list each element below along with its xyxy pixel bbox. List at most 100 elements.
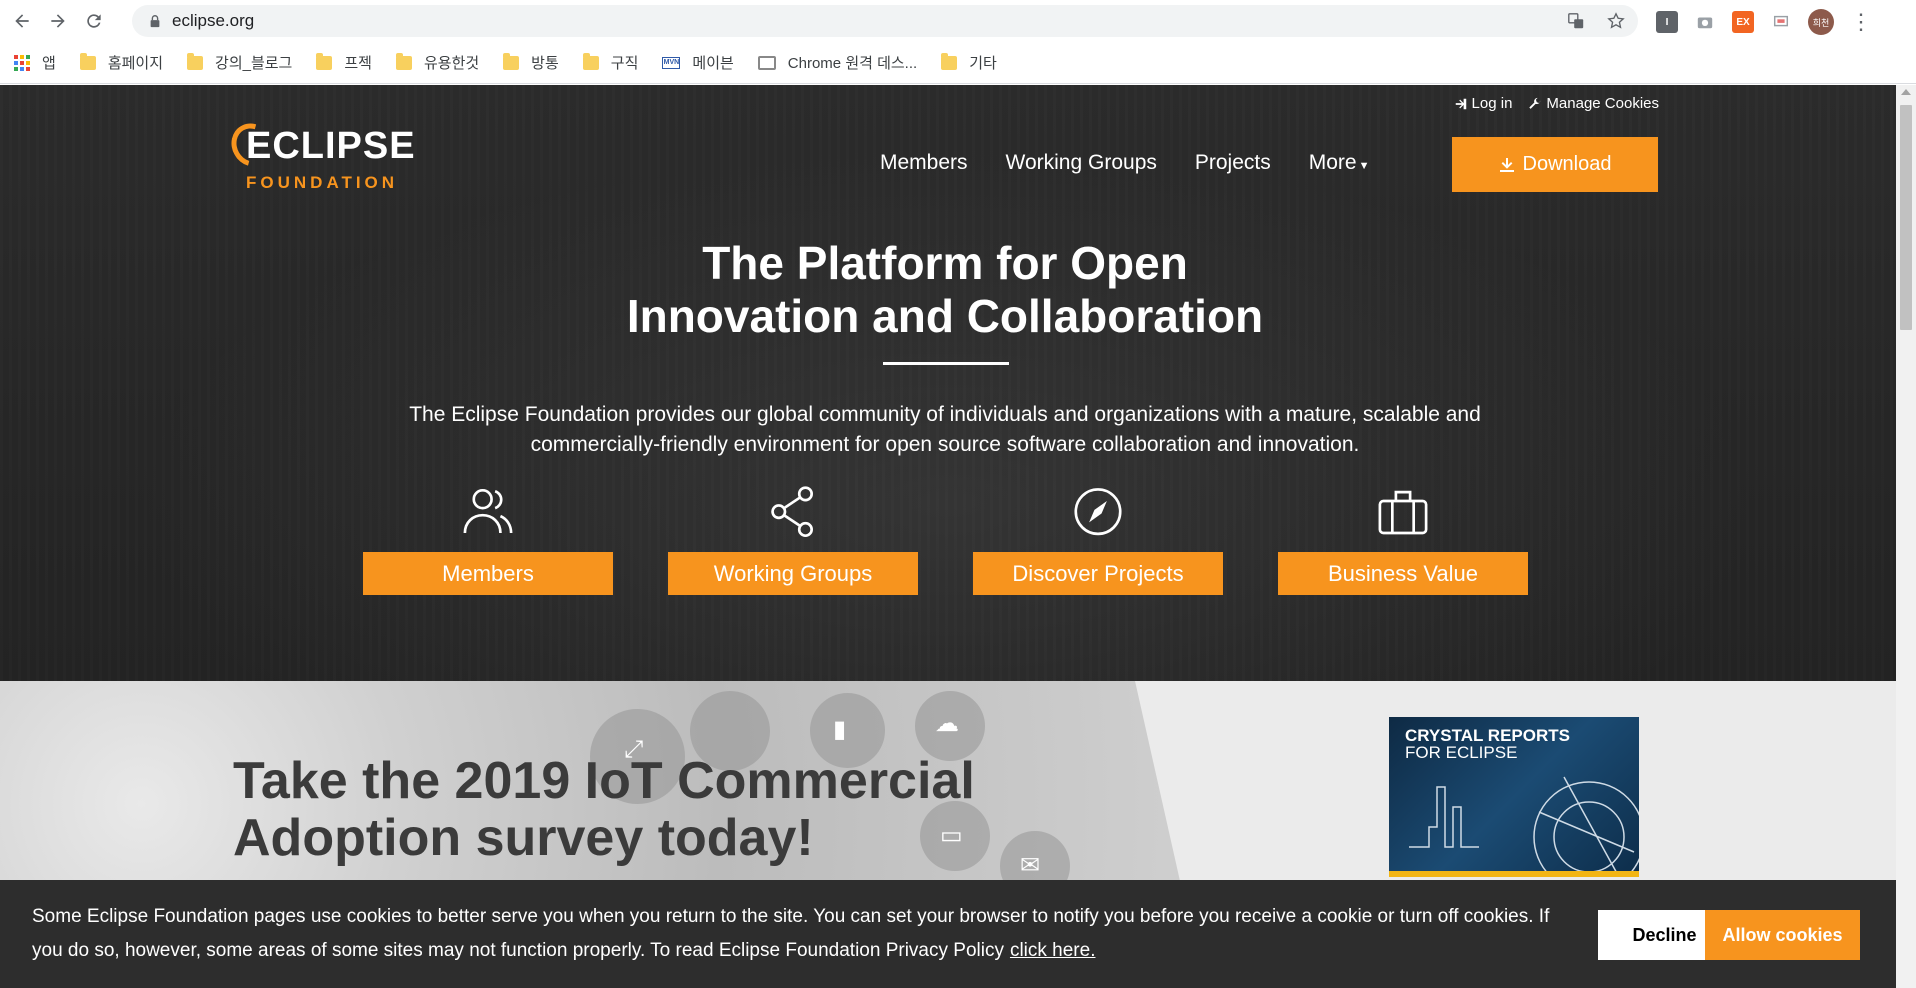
crystal-reports-ad[interactable]: CRYSTAL REPORTS FOR ECLIPSE	[1389, 717, 1639, 877]
camera-icon[interactable]	[1694, 11, 1716, 33]
compass-icon	[1074, 488, 1122, 536]
bookmark-star-icon[interactable]	[1606, 11, 1626, 31]
download-label: Download	[1522, 153, 1612, 175]
bookmark-label: 프젝	[344, 55, 372, 72]
nav-more[interactable]: More ▼	[1309, 151, 1370, 175]
manage-cookies-label: Manage Cookies	[1546, 95, 1659, 112]
bookmarks-bar: 앱 홈페이지 강의_블로그 프젝 유용한것 방통 구직 MVN 메이븐 Chrom…	[0, 42, 1916, 84]
ad-graphic	[1409, 776, 1639, 877]
bookmark-folder[interactable]: 방통	[503, 52, 559, 73]
main-nav: Members Working Groups Projects More ▼	[880, 151, 1369, 175]
folder-icon	[187, 52, 204, 70]
bookmark-folder[interactable]: 프젝	[316, 52, 372, 73]
feature-members: Members	[363, 485, 613, 595]
cookie-message: Some Eclipse Foundation pages use cookie…	[32, 900, 1572, 968]
address-bar[interactable]: eclipse.org	[132, 5, 1638, 37]
bookmark-label: 강의_블로그	[215, 55, 293, 72]
login-link[interactable]: Log in	[1454, 95, 1513, 112]
hero-title-line2: Innovation and Collaboration	[626, 290, 1264, 342]
bar-chart-icon: ▮	[833, 716, 847, 743]
reload-icon[interactable]	[76, 3, 112, 39]
bookmark-apps[interactable]: 앱	[14, 52, 56, 73]
bookmark-label: 방통	[531, 55, 559, 72]
nav-working-groups[interactable]: Working Groups	[1006, 151, 1157, 175]
extension-ex-icon[interactable]: EX	[1732, 11, 1754, 33]
business-value-button[interactable]: Business Value	[1278, 552, 1528, 595]
apps-grid-icon	[14, 54, 30, 71]
folder-icon	[316, 52, 333, 70]
browser-toolbar: eclipse.org I EX 희천 ⋮	[0, 0, 1916, 42]
bookmark-label: 앱	[42, 55, 56, 72]
extension-i-icon[interactable]: I	[1656, 11, 1678, 33]
download-button[interactable]: Download	[1452, 137, 1658, 192]
login-label: Log in	[1471, 95, 1513, 112]
bookmark-folder[interactable]: 유용한것	[395, 52, 480, 73]
translate-icon[interactable]	[1566, 11, 1586, 31]
banner-title-line1: Take the 2019 IoT Commercial	[233, 752, 975, 810]
feature-business-value: Business Value	[1278, 485, 1528, 595]
caret-down-icon: ▼	[1358, 160, 1370, 172]
nav-more-label: More	[1308, 151, 1357, 174]
hero-section: Log in Manage Cookies ECLIPSE FOUNDATION…	[0, 85, 1896, 681]
cloud-icon: ☁	[935, 710, 959, 737]
folder-icon	[79, 52, 96, 70]
discover-projects-button[interactable]: Discover Projects	[973, 552, 1223, 595]
lock-icon	[148, 14, 162, 28]
banner-title: Take the 2019 IoT Commercial Adoption su…	[233, 753, 975, 867]
users-icon	[463, 488, 513, 534]
bookmark-remote-desktop[interactable]: Chrome 원격 데스...	[757, 52, 917, 73]
feature-row: Members Working Groups Discover Projects	[363, 485, 1528, 595]
menu-kebab-icon[interactable]: ⋮	[1850, 11, 1872, 33]
hero-lead: The Eclipse Foundation provides our glob…	[330, 400, 1560, 460]
nav-projects[interactable]: Projects	[1195, 151, 1271, 175]
download-icon	[1499, 157, 1514, 172]
bookmark-folder-other[interactable]: 기타	[941, 52, 997, 73]
hero-lead-line1: The Eclipse Foundation provides our glob…	[409, 403, 1481, 426]
forward-icon[interactable]	[40, 3, 76, 39]
url-text: eclipse.org	[172, 11, 255, 30]
remote-desktop-icon	[757, 55, 776, 70]
briefcase-icon	[1378, 490, 1428, 535]
page-viewport: Log in Manage Cookies ECLIPSE FOUNDATION…	[0, 85, 1896, 988]
scroll-up-arrow-icon[interactable]	[1901, 89, 1911, 95]
hero-divider	[883, 362, 1009, 365]
privacy-policy-link[interactable]: click here.	[1010, 940, 1096, 961]
members-button[interactable]: Members	[363, 552, 613, 595]
bookmark-folder[interactable]: 강의_블로그	[187, 52, 292, 73]
bookmark-mvn[interactable]: MVN 메이븐	[662, 52, 734, 73]
manage-cookies-link[interactable]: Manage Cookies	[1528, 95, 1659, 112]
folder-icon	[395, 52, 412, 70]
wrench-icon	[1529, 97, 1541, 109]
hero-title-line1: The Platform for Open	[702, 237, 1188, 289]
cookie-consent-bar: Some Eclipse Foundation pages use cookie…	[0, 880, 1896, 988]
nav-members[interactable]: Members	[880, 151, 968, 175]
eclipse-foundation-logo[interactable]: ECLIPSE FOUNDATION	[223, 115, 432, 193]
hero-lead-line2: commercially-friendly environment for op…	[530, 433, 1360, 456]
logo-wordmark: ECLIPSE	[246, 125, 416, 167]
bookmark-label: 유용한것	[423, 55, 480, 72]
bookmark-label: 홈페이지	[107, 55, 164, 72]
feature-discover-projects: Discover Projects	[973, 485, 1223, 595]
folder-icon	[582, 52, 599, 70]
bookmark-folder[interactable]: 홈페이지	[79, 52, 164, 73]
folder-icon	[941, 52, 958, 70]
profile-avatar[interactable]: 희천	[1808, 9, 1834, 35]
logo-subtitle: FOUNDATION	[246, 173, 399, 192]
mail-icon: ✉	[1020, 852, 1041, 879]
bookmark-folder[interactable]: 구직	[582, 52, 639, 73]
allow-cookies-button[interactable]: Allow cookies	[1705, 910, 1860, 960]
folder-icon	[503, 52, 520, 70]
share-icon	[771, 486, 813, 537]
cast-icon[interactable]	[1770, 11, 1792, 33]
scrollbar-thumb[interactable]	[1900, 105, 1912, 330]
bookmark-label: 메이븐	[692, 55, 734, 72]
hero-title: The Platform for Open Innovation and Col…	[0, 237, 1890, 343]
ad-accent-strip	[1389, 871, 1639, 877]
cookie-message-text: Some Eclipse Foundation pages use cookie…	[32, 906, 1550, 961]
mvn-icon: MVN	[662, 56, 681, 69]
working-groups-button[interactable]: Working Groups	[668, 552, 918, 595]
back-icon[interactable]	[4, 3, 40, 39]
feature-working-groups: Working Groups	[668, 485, 918, 595]
bookmark-label: 구직	[610, 55, 639, 72]
page-scrollbar[interactable]	[1896, 85, 1916, 988]
